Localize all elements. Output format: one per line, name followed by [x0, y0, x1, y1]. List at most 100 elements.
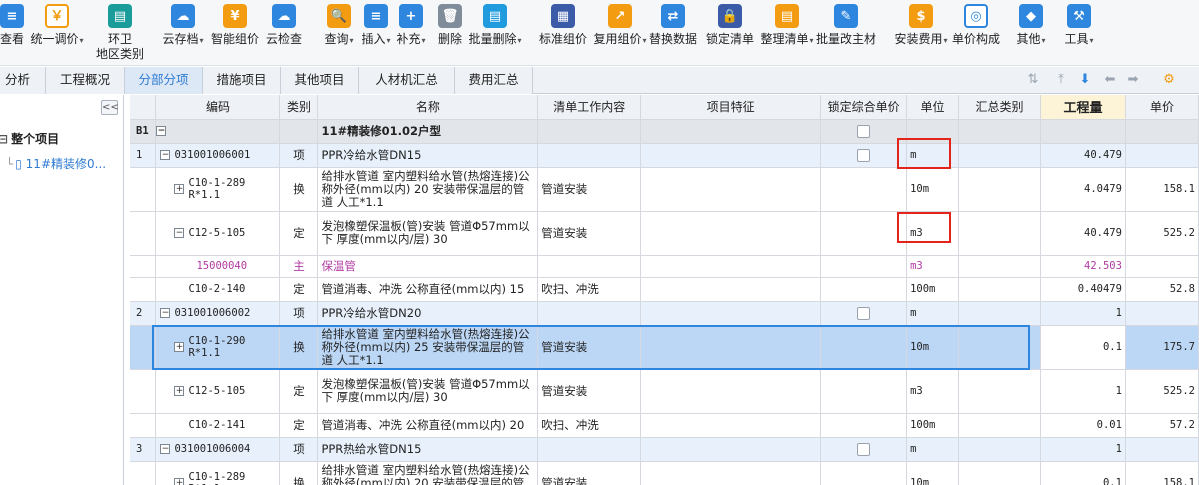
- work-content-cell[interactable]: 吹扫、冲洗: [537, 413, 642, 438]
- category-cell[interactable]: 换: [279, 167, 319, 212]
- expand-row-icon[interactable]: +: [174, 478, 185, 485]
- code-cell[interactable]: −031001006004: [155, 437, 281, 462]
- quantity-cell[interactable]: 40.479: [1040, 211, 1126, 256]
- unit-cell[interactable]: m3: [906, 255, 960, 278]
- category-cell[interactable]: 换: [279, 325, 319, 370]
- table-row[interactable]: C10-2-140 定管道消毒、冲洗 公称直径(mm以内) 15 吹扫、冲洗 100m…: [130, 277, 1199, 302]
- row-number-cell[interactable]: [130, 461, 157, 485]
- table-row[interactable]: 15000040 主保温管 m3 42.503: [130, 255, 1199, 278]
- work-content-cell[interactable]: [537, 143, 642, 168]
- summary-category-cell[interactable]: [958, 461, 1041, 485]
- code-cell[interactable]: + C12-5-105: [155, 369, 281, 414]
- toolbar-button-20[interactable]: ◆ 其他▾: [1015, 0, 1047, 66]
- toolbar-button-16[interactable]: ▤ 整理清单▾: [760, 0, 814, 66]
- quantity-cell[interactable]: 0.40479: [1040, 277, 1126, 302]
- unit-cell[interactable]: m: [906, 301, 960, 326]
- column-header-1[interactable]: [130, 95, 157, 120]
- table-row[interactable]: B1− 11#精装修01.02户型: [130, 119, 1199, 144]
- column-header-7[interactable]: 锁定综合单价: [820, 95, 908, 120]
- feature-cell[interactable]: [640, 301, 822, 326]
- toolbar-button-19[interactable]: ◎ 单价构成: [948, 0, 1004, 66]
- category-cell[interactable]: 换: [279, 461, 319, 485]
- work-content-cell[interactable]: [537, 119, 642, 144]
- unit-price-cell[interactable]: 525.2: [1125, 369, 1199, 414]
- feature-cell[interactable]: [640, 119, 822, 144]
- lock-price-cell[interactable]: [820, 143, 908, 168]
- category-cell[interactable]: 项: [279, 437, 319, 462]
- row-number-cell[interactable]: [130, 211, 157, 256]
- summary-category-cell[interactable]: [958, 301, 1041, 326]
- tab-4[interactable]: 措施项目: [203, 67, 281, 94]
- feature-cell[interactable]: [640, 325, 822, 370]
- toolbar-button-7[interactable]: 🔍 查询▾: [324, 0, 354, 66]
- row-number-cell[interactable]: [130, 413, 157, 438]
- unit-cell[interactable]: m: [906, 143, 960, 168]
- unit-cell[interactable]: 10m: [906, 167, 960, 212]
- code-cell[interactable]: C10-2-140: [155, 277, 281, 302]
- quantity-cell[interactable]: 1: [1040, 437, 1126, 462]
- feature-cell[interactable]: [640, 413, 822, 438]
- row-number-cell[interactable]: 3: [130, 437, 157, 462]
- lock-price-cell[interactable]: [820, 255, 908, 278]
- category-cell[interactable]: [279, 119, 319, 144]
- table-row[interactable]: + C10-1-290 R*1.1 换给排水管道 室内塑料给水管(热熔连接)公称外径…: [130, 325, 1199, 370]
- category-cell[interactable]: 主: [279, 255, 319, 278]
- summary-category-cell[interactable]: [958, 119, 1041, 144]
- code-cell[interactable]: −031001006001: [155, 143, 281, 168]
- collapse-row-icon[interactable]: −: [160, 444, 171, 454]
- unit-price-cell[interactable]: [1125, 119, 1199, 144]
- toolbar-button-17[interactable]: ✎ 批量改主材: [815, 0, 877, 66]
- unit-cell[interactable]: 10m: [906, 461, 960, 485]
- name-cell[interactable]: 发泡橡塑保温板(管)安装 管道Φ57mm以下 厚度(mm以内/层) 30: [317, 211, 539, 256]
- name-cell[interactable]: PPR冷给水管DN20: [317, 301, 539, 326]
- column-header-5[interactable]: 清单工作内容: [537, 95, 642, 120]
- tab-7[interactable]: 费用汇总: [455, 67, 533, 94]
- feature-cell[interactable]: [640, 369, 822, 414]
- toolbar-button-9[interactable]: + 补充▾: [396, 0, 426, 66]
- summary-category-cell[interactable]: [958, 211, 1041, 256]
- column-header-6[interactable]: 项目特征: [640, 95, 822, 120]
- name-cell[interactable]: 发泡橡塑保温板(管)安装 管道Φ57mm以下 厚度(mm以内/层) 30: [317, 369, 539, 414]
- table-row[interactable]: 3−031001006004 项 PPR热给水管DN15 m 1: [130, 437, 1199, 462]
- name-cell[interactable]: 11#精装修01.02户型: [317, 119, 539, 144]
- toolbar-button-11[interactable]: ▤ 批量删除▾: [468, 0, 522, 66]
- tree-node-root[interactable]: ⊟ 整个项目: [0, 130, 59, 147]
- summary-category-cell[interactable]: [958, 167, 1041, 212]
- toolbar-button-3[interactable]: ▤ 环卫 地区类别: [92, 0, 148, 66]
- category-cell[interactable]: 项: [279, 143, 319, 168]
- unit-cell[interactable]: 100m: [906, 413, 960, 438]
- column-header-9[interactable]: 汇总类别: [958, 95, 1041, 120]
- quantity-cell[interactable]: 4.0479: [1040, 167, 1126, 212]
- row-number-cell[interactable]: 2: [130, 301, 157, 326]
- lock-price-cell[interactable]: [820, 369, 908, 414]
- name-cell[interactable]: 管道消毒、冲洗 公称直径(mm以内) 15: [317, 277, 539, 302]
- table-row[interactable]: +C10-1-289 R*1.1换给排水管道 室内塑料给水管(热熔连接)公称外径…: [130, 167, 1199, 212]
- column-header-11[interactable]: 单价: [1125, 95, 1199, 120]
- tab-6[interactable]: 人材机汇总: [359, 67, 455, 94]
- unit-cell[interactable]: 10m: [906, 325, 960, 370]
- column-header-8[interactable]: 单位: [906, 95, 960, 120]
- unit-cell[interactable]: m3: [906, 369, 960, 414]
- quantity-cell[interactable]: 40.479: [1040, 143, 1126, 168]
- table-row[interactable]: − C12-5-105 定发泡橡塑保温板(管)安装 管道Φ57mm以下 厚度(mm以…: [130, 211, 1199, 256]
- move-top-icon[interactable]: ⤒: [1052, 71, 1070, 89]
- code-cell[interactable]: −031001006002: [155, 301, 281, 326]
- toolbar-button-10[interactable]: 🗑 删除: [435, 0, 465, 66]
- feature-cell[interactable]: [640, 143, 822, 168]
- collapse-row-icon[interactable]: −: [156, 126, 167, 136]
- expand-row-icon[interactable]: +: [174, 342, 185, 352]
- work-content-cell[interactable]: 吹扫、冲洗: [537, 277, 642, 302]
- lock-price-cell[interactable]: [820, 167, 908, 212]
- code-cell[interactable]: +C10-1-289 R*1.1: [155, 167, 281, 212]
- unit-price-cell[interactable]: [1125, 143, 1199, 168]
- unit-cell[interactable]: 100m: [906, 277, 960, 302]
- toolbar-button-1[interactable]: ≡ 查看: [0, 0, 32, 66]
- work-content-cell[interactable]: 管道安装: [537, 167, 642, 212]
- unit-price-cell[interactable]: 57.2: [1125, 413, 1199, 438]
- unit-cell[interactable]: m3: [906, 211, 960, 256]
- work-content-cell[interactable]: 管道安装: [537, 325, 642, 370]
- unit-cell[interactable]: [906, 119, 960, 144]
- lock-checkbox[interactable]: [857, 148, 871, 162]
- table-row[interactable]: C10-2-141 定管道消毒、冲洗 公称直径(mm以内) 20 吹扫、冲洗 100m…: [130, 413, 1199, 438]
- name-cell[interactable]: PPR热给水管DN15: [317, 437, 539, 462]
